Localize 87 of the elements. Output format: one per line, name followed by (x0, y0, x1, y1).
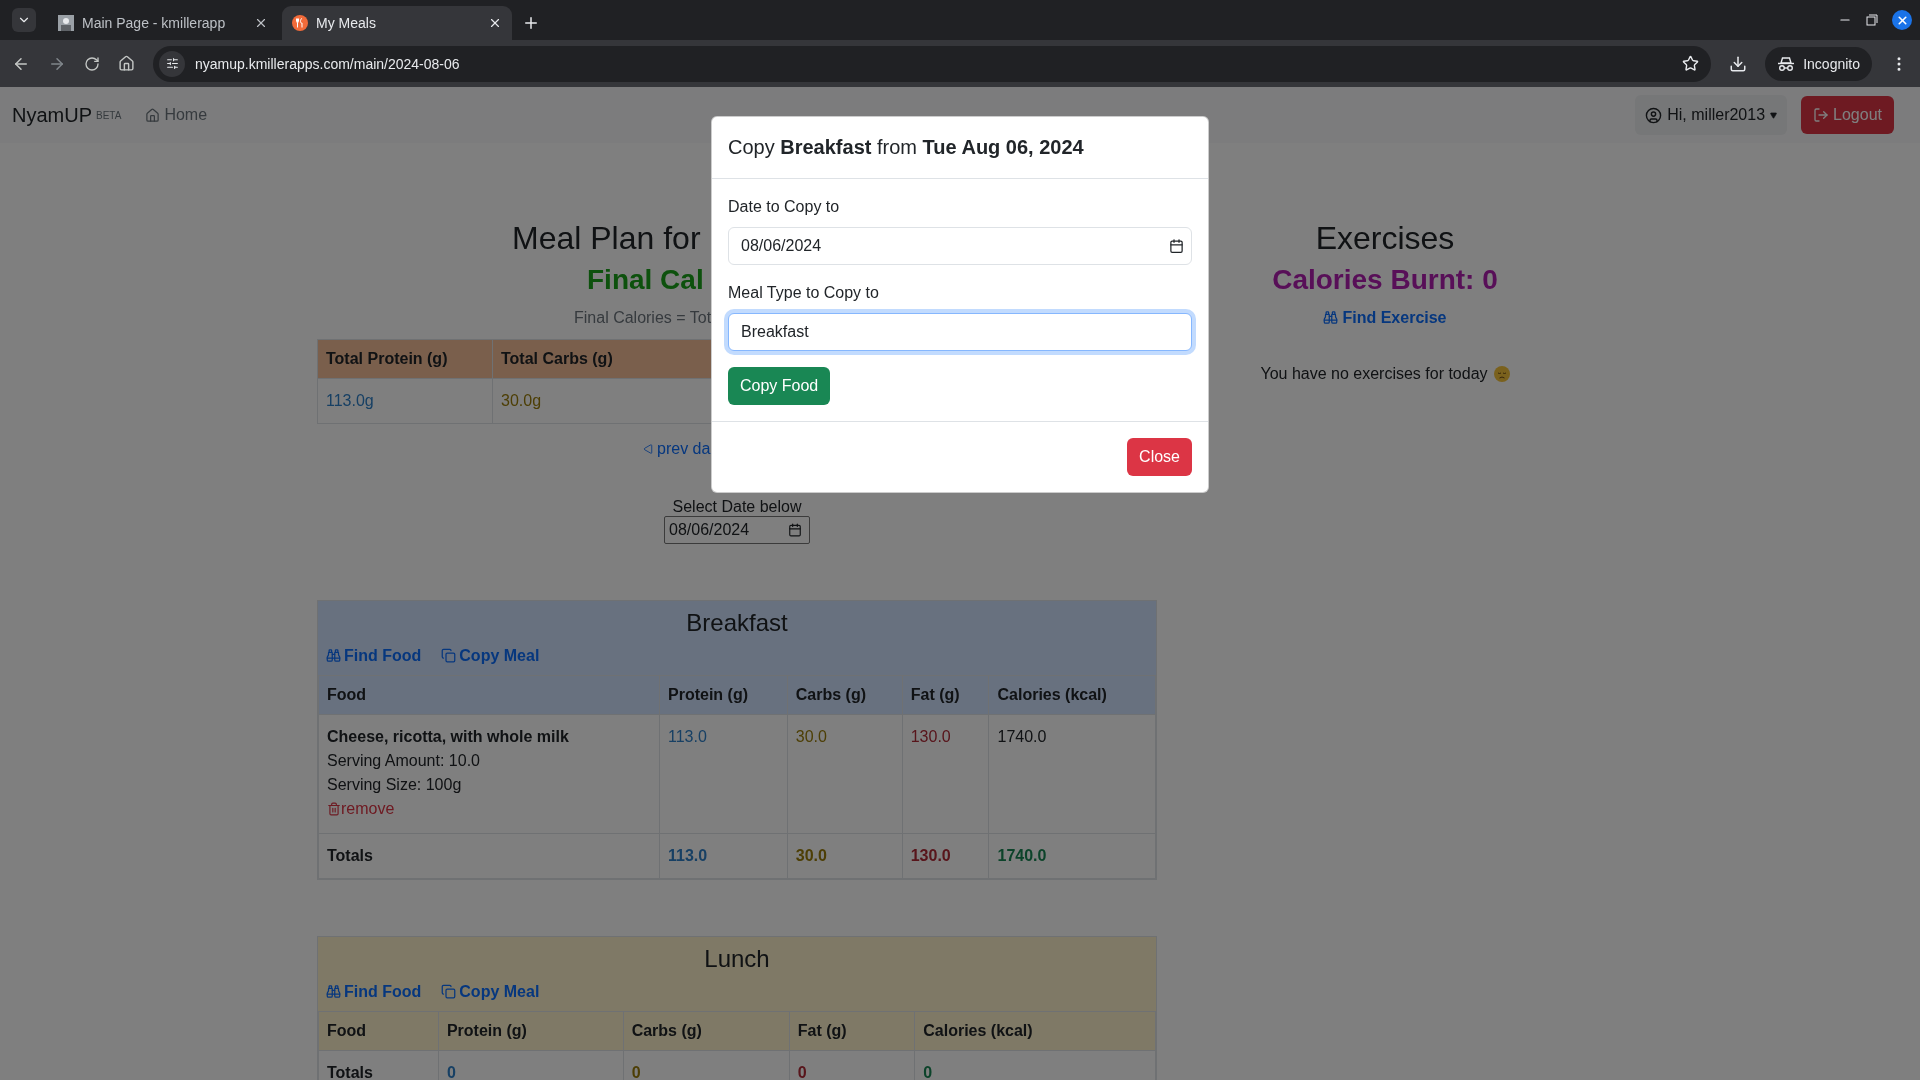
restore-icon[interactable] (1866, 14, 1878, 26)
download-icon[interactable] (1729, 54, 1748, 73)
meal-title: Breakfast (685, 608, 789, 637)
house-icon (145, 107, 161, 123)
table-cell: 1740.0 (989, 833, 1156, 879)
exercises-title: Exercises (1315, 219, 1455, 258)
sad-face-icon (1493, 366, 1510, 382)
calendar-icon[interactable] (1169, 238, 1184, 254)
close-window-button[interactable] (1892, 10, 1912, 30)
binoculars-icon (326, 648, 341, 664)
table-cell: 130.0 (902, 714, 989, 834)
incognito-icon (1777, 55, 1796, 72)
column-header: Total Protein (g) (317, 339, 493, 379)
date-field[interactable]: 08/06/2024 (728, 227, 1192, 265)
date-label: Date to Copy to (728, 197, 841, 217)
trash-icon (327, 802, 341, 816)
tab-list-button[interactable] (12, 8, 36, 32)
site-info-button[interactable] (159, 50, 185, 77)
home-icon[interactable] (118, 55, 135, 72)
column-header: Protein (g) (438, 1011, 624, 1051)
bookmark-star-icon[interactable] (1682, 55, 1700, 72)
browser-tab[interactable]: Main Page - kmillerapp (48, 6, 278, 40)
close-icon[interactable] (488, 16, 502, 30)
copy-food-button[interactable]: Copy Food (728, 367, 831, 405)
empty-message: You have no exercises for today (1260, 365, 1488, 383)
home-link[interactable]: Home (145, 106, 208, 124)
utensils-icon (292, 15, 308, 31)
table-cell: 30.0 (787, 833, 903, 879)
food-name: Cheese, ricotta, with whole milk (327, 727, 570, 747)
close-icon (1895, 13, 1909, 27)
column-header: Carbs (g) (787, 675, 903, 715)
caret-icon (1770, 111, 1778, 119)
table-cell: 130.0 (902, 833, 989, 879)
table-cell: 1740.0 (989, 714, 1156, 834)
final-calories-heading: Final Cal (587, 263, 704, 297)
copy-icon (441, 648, 457, 664)
column-header: Carbs (g) (623, 1011, 790, 1051)
meal-type-label: Meal Type to Copy to (728, 283, 880, 303)
date-field[interactable]: 08/06/2024 (664, 516, 810, 544)
select-date-label: Select Date below (672, 498, 802, 516)
find-food-link[interactable]: Find Food (326, 983, 422, 1001)
column-header: Protein (g) (659, 675, 788, 715)
serving-amount: Serving Amount: 10.0 (327, 751, 481, 771)
user-icon (1645, 106, 1663, 124)
dialog-title: Copy Breakfast from Tue Aug 06, 2024 (728, 136, 1084, 158)
column-header: Calories (kcal) (914, 1011, 1156, 1051)
copy-icon (441, 984, 457, 1000)
user-menu-button[interactable]: Hi, miller2013 (1635, 95, 1788, 135)
column-header: Calories (kcal) (989, 675, 1156, 715)
table-cell: 30.0 (787, 714, 903, 834)
page-icon (58, 15, 74, 31)
totals-label: Totals (318, 833, 660, 879)
page-title: Meal Plan for (512, 219, 701, 258)
address-bar[interactable]: nyamup.kmillerapps.com/main/2024-08-06 (153, 45, 1712, 82)
logout-button[interactable]: Logout (1801, 96, 1894, 134)
new-tab-icon[interactable] (522, 14, 540, 32)
column-header: Fat (g) (789, 1011, 915, 1051)
remove-link[interactable]: remove (327, 797, 395, 821)
meal-title: Lunch (703, 944, 771, 973)
column-header: Fat (g) (902, 675, 989, 715)
logout-icon (1813, 107, 1830, 123)
beta-label: BETA (96, 109, 122, 121)
column-header: Food (318, 1011, 439, 1051)
incognito-button[interactable]: Incognito (1765, 46, 1872, 81)
serving-size: Serving Size: 100g (327, 775, 463, 795)
table-cell: 113.0g (317, 378, 493, 424)
browser-tab[interactable]: My Meals (282, 6, 512, 40)
caret-left-icon (643, 444, 653, 454)
table-cell: 113.0 (659, 833, 788, 879)
sliders-icon (165, 57, 179, 70)
totals-label: Totals (318, 1050, 439, 1080)
meal-type-field[interactable]: Breakfast (728, 313, 1192, 351)
calories-burnt-heading: Calories Burnt: 0 (1272, 263, 1498, 297)
find-food-link[interactable]: Find Food (326, 647, 422, 665)
table-cell: 113.0 (659, 714, 788, 834)
formula-text: Final Calories = Tot (574, 309, 712, 327)
binoculars-icon (326, 984, 341, 1000)
prev-date-link[interactable]: prev da (643, 440, 711, 458)
brand-name[interactable]: NyamUP (12, 103, 92, 127)
copy-meal-link[interactable]: Copy Meal (441, 983, 540, 1001)
reload-icon[interactable] (84, 55, 100, 72)
copy-meal-link[interactable]: Copy Meal (441, 647, 540, 665)
column-header: Food (318, 675, 660, 715)
close-icon[interactable] (254, 16, 268, 30)
binoculars-icon (1323, 310, 1339, 326)
close-button[interactable]: Close (1127, 438, 1192, 476)
find-exercise-link[interactable]: Find Exercise (1323, 309, 1447, 327)
